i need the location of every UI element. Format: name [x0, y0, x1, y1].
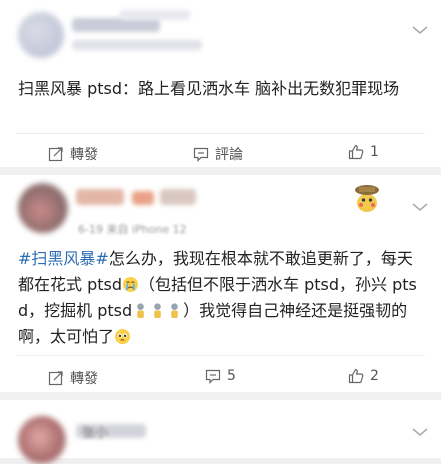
user-name-blurred[interactable] [132, 191, 154, 205]
post-card-1: 扫黑风暴 ptsd：路上看见洒水车 脑补出无数犯罪现场 轉發 評論 1 [0, 0, 441, 167]
avatar[interactable] [18, 12, 64, 58]
user-name-blurred[interactable] [76, 189, 124, 205]
chevron-down-icon[interactable] [411, 201, 429, 213]
divider [16, 133, 425, 134]
crying-emoji-icon [122, 276, 139, 293]
repost-label: 轉發 [70, 147, 98, 163]
chevron-down-icon[interactable] [411, 24, 429, 36]
detective-pikachu-sticker [355, 185, 379, 212]
comment-icon [193, 147, 209, 162]
repost-icon [48, 371, 63, 386]
post-meta-blurred [72, 40, 202, 50]
post-card-2: 6-19 来自 iPhone 12 #扫黑风暴#怎么办，我现在根本就不敢追更新了… [0, 175, 441, 392]
repost-icon [48, 147, 63, 162]
comment-count: 5 [227, 368, 236, 384]
user-name[interactable]: 张小 [82, 422, 108, 441]
divider [16, 355, 425, 356]
user-name-blurred[interactable] [72, 18, 160, 32]
post-text: #扫黑风暴#怎么办，我现在根本就不敢追更新了，每天都在花式 ptsd （包括但不限… [18, 246, 423, 350]
hashtag-link[interactable]: #扫黑风暴# [18, 249, 109, 268]
like-button[interactable]: 2 [348, 368, 379, 384]
like-button[interactable]: 1 [348, 144, 379, 160]
user-name-blurred[interactable] [160, 189, 196, 205]
person-emoji-icon [154, 303, 161, 319]
chevron-down-icon[interactable] [411, 426, 429, 438]
person-emoji-icon [137, 303, 144, 319]
pleading-emoji-icon [114, 328, 131, 345]
post-meta-blurred [120, 10, 190, 20]
avatar[interactable] [18, 416, 66, 464]
post-text: 扫黑风暴 ptsd：路上看见洒水车 脑补出无数犯罪现场 [18, 79, 400, 98]
person-emoji-icon [171, 303, 178, 319]
post-card-3: 张小 [0, 400, 441, 464]
repost-button[interactable]: 轉發 [48, 144, 98, 164]
like-icon [348, 144, 364, 160]
repost-button[interactable]: 轉發 [48, 368, 98, 388]
comment-button[interactable]: 評論 [193, 144, 243, 164]
like-count: 2 [370, 368, 379, 384]
like-count: 1 [370, 144, 379, 160]
repost-label: 轉發 [70, 371, 98, 387]
post-time: 6-19 来自 iPhone 12 [78, 223, 187, 236]
comment-label: 評論 [215, 147, 243, 163]
avatar[interactable] [18, 183, 68, 233]
like-icon [348, 368, 364, 384]
comment-icon [205, 369, 221, 384]
comment-button[interactable]: 5 [205, 368, 236, 384]
